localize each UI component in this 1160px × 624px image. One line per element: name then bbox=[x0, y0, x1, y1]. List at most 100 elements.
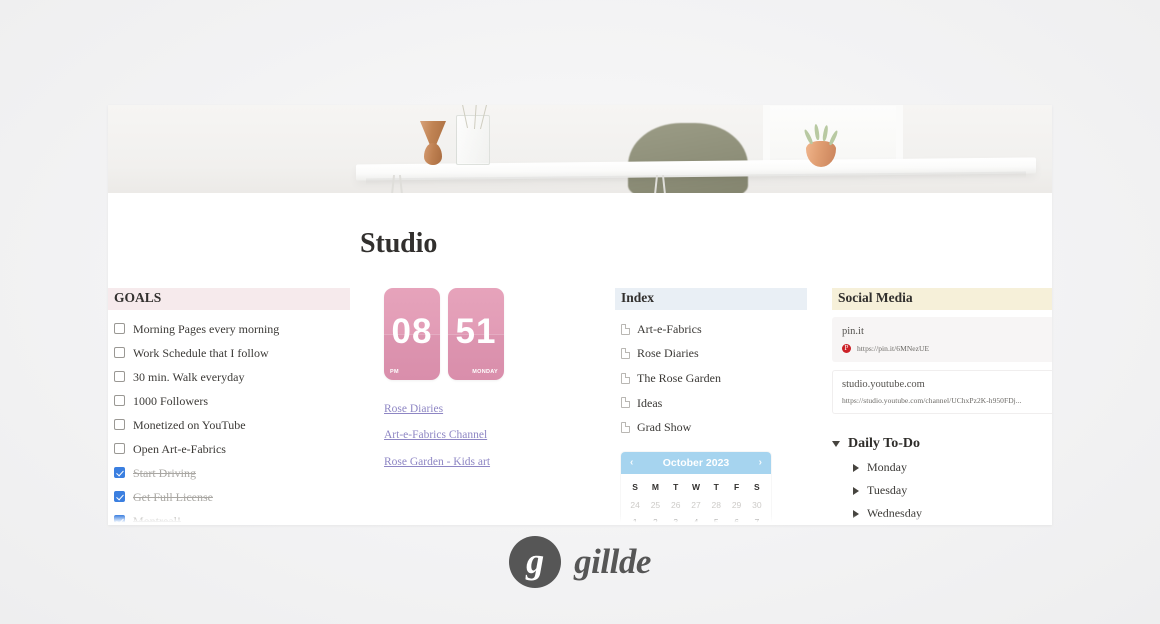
daily-todo-day[interactable]: Wednesday bbox=[832, 502, 1052, 525]
calendar-widget: ‹ October 2023 › S M T W T F S 24 25 26 … bbox=[621, 451, 771, 525]
goals-column: GOALS Morning Pages every morning Work S… bbox=[108, 288, 350, 525]
gillde-wordmark: gillde bbox=[574, 542, 651, 581]
calendar-dow: T bbox=[713, 481, 719, 492]
checkbox-checked-icon[interactable] bbox=[114, 491, 125, 503]
page-title: Studio bbox=[360, 228, 438, 259]
clock-link[interactable]: Rose Diaries bbox=[384, 396, 615, 422]
bookmark-url[interactable]: https://pin.it/6MNezUE bbox=[857, 344, 929, 353]
calendar-day[interactable]: 7 bbox=[747, 514, 767, 525]
document-icon bbox=[621, 372, 630, 384]
daily-todo-toggle[interactable]: Daily To-Do bbox=[832, 432, 1052, 456]
index-item[interactable]: Art-e-Fabrics bbox=[615, 317, 807, 342]
bookmark-url[interactable]: https://studio.youtube.com/channel/UChxP… bbox=[842, 396, 1022, 405]
triangle-right-icon[interactable] bbox=[853, 463, 859, 472]
calendar-day[interactable]: 24 bbox=[625, 497, 645, 514]
index-item[interactable]: Grad Show bbox=[615, 415, 807, 440]
goal-label: 30 min. Walk everyday bbox=[133, 369, 245, 384]
goal-label: Work Schedule that I follow bbox=[133, 345, 269, 360]
document-icon bbox=[621, 422, 630, 434]
bookmark-title: studio.youtube.com bbox=[842, 378, 925, 390]
clock-link[interactable]: Art-e-Fabrics Channel bbox=[384, 422, 615, 448]
clock-meridiem: PM bbox=[390, 369, 399, 375]
index-label: Art-e-Fabrics bbox=[637, 321, 702, 336]
goal-label: 1000 Followers bbox=[133, 393, 208, 408]
pinterest-icon bbox=[842, 343, 851, 353]
document-icon bbox=[621, 348, 630, 360]
goal-label: Get Full License bbox=[133, 489, 213, 504]
workspace-card: Studio GOALS Morning Pages every morning… bbox=[108, 105, 1052, 525]
checkbox-icon[interactable] bbox=[114, 347, 125, 359]
hero-wooden-vase bbox=[420, 121, 446, 165]
goal-item[interactable]: Get Full License bbox=[108, 485, 350, 509]
calendar-day[interactable]: 4 bbox=[686, 514, 706, 525]
index-label: Ideas bbox=[637, 395, 663, 410]
checkbox-checked-icon[interactable] bbox=[114, 515, 125, 525]
index-label: Rose Diaries bbox=[637, 346, 699, 361]
goal-item[interactable]: Work Schedule that I follow bbox=[108, 341, 350, 365]
checkbox-icon[interactable] bbox=[114, 443, 125, 455]
index-item[interactable]: Rose Diaries bbox=[615, 341, 807, 366]
calendar-day[interactable]: 2 bbox=[645, 514, 665, 525]
calendar-day[interactable]: 27 bbox=[686, 497, 706, 514]
calendar-day[interactable]: 29 bbox=[726, 497, 746, 514]
clock-column: 08 PM 51 MONDAY Rose Diaries Art-e-Fabri… bbox=[378, 288, 615, 475]
goals-header: GOALS bbox=[108, 288, 350, 310]
bookmark-url-row: https://pin.it/6MNezUE bbox=[842, 343, 1044, 353]
goal-label: Open Art-e-Fabrics bbox=[133, 441, 226, 456]
daily-todo-day-label: Tuesday bbox=[867, 483, 908, 498]
goal-label: Start Driving bbox=[133, 465, 196, 480]
calendar-day[interactable]: 6 bbox=[726, 514, 746, 525]
goal-item[interactable]: 1000 Followers bbox=[108, 389, 350, 413]
social-column: Social Media pin.it https://pin.it/6MNez… bbox=[832, 288, 1052, 525]
goal-label: Montreal! bbox=[133, 513, 181, 525]
flip-clock-widget: 08 PM 51 MONDAY bbox=[384, 288, 615, 380]
goal-item[interactable]: Start Driving bbox=[108, 461, 350, 485]
calendar-dow: W bbox=[691, 481, 700, 492]
checkbox-icon[interactable] bbox=[114, 323, 125, 335]
chevron-right-icon[interactable]: › bbox=[759, 457, 762, 468]
calendar-day[interactable]: 28 bbox=[706, 497, 726, 514]
checkbox-checked-icon[interactable] bbox=[114, 467, 125, 479]
calendar-month-label: October 2023 bbox=[662, 456, 730, 469]
calendar-day[interactable]: 3 bbox=[666, 514, 686, 525]
daily-todo-day-label: Monday bbox=[867, 460, 907, 475]
logo-letter: g bbox=[526, 541, 545, 581]
goal-item[interactable]: Open Art-e-Fabrics bbox=[108, 437, 350, 461]
bookmark-card[interactable]: studio.youtube.com https://studio.youtub… bbox=[832, 369, 1052, 415]
checkbox-icon[interactable] bbox=[114, 419, 125, 431]
calendar-day[interactable]: 26 bbox=[666, 497, 686, 514]
index-item[interactable]: Ideas bbox=[615, 391, 807, 416]
calendar-day[interactable]: 25 bbox=[645, 497, 665, 514]
goal-item[interactable]: Morning Pages every morning bbox=[108, 317, 350, 341]
checkbox-icon[interactable] bbox=[114, 371, 125, 383]
goal-item[interactable]: 30 min. Walk everyday bbox=[108, 365, 350, 389]
checkbox-icon[interactable] bbox=[114, 395, 125, 407]
goal-item[interactable]: Monetized on YouTube bbox=[108, 413, 350, 437]
triangle-down-icon[interactable] bbox=[832, 441, 840, 448]
hero-glass-vase bbox=[456, 105, 490, 165]
clock-weekday: MONDAY bbox=[472, 369, 498, 375]
chevron-left-icon[interactable]: ‹ bbox=[630, 457, 633, 468]
daily-todo-day[interactable]: Tuesday bbox=[832, 479, 1052, 502]
clock-hours: 08 bbox=[391, 312, 433, 351]
triangle-right-icon[interactable] bbox=[853, 509, 859, 518]
calendar-day[interactable]: 5 bbox=[706, 514, 726, 525]
calendar-dow: M bbox=[651, 481, 659, 492]
index-label: Grad Show bbox=[637, 420, 692, 435]
calendar-day[interactable]: 1 bbox=[625, 514, 645, 525]
daily-todo-day[interactable]: Monday bbox=[832, 456, 1052, 479]
goal-label: Monetized on YouTube bbox=[133, 417, 246, 432]
calendar-day[interactable]: 30 bbox=[747, 497, 767, 514]
footer-logo: g gillde bbox=[0, 536, 1160, 588]
index-header: Index bbox=[615, 288, 807, 310]
bookmark-card[interactable]: pin.it https://pin.it/6MNezUE bbox=[832, 316, 1052, 362]
index-item[interactable]: The Rose Garden bbox=[615, 366, 807, 391]
clock-minutes: 51 bbox=[455, 312, 497, 351]
goal-label: Morning Pages every morning bbox=[133, 321, 280, 336]
clock-link[interactable]: Rose Garden - Kids art bbox=[384, 449, 615, 475]
document-icon bbox=[621, 323, 630, 335]
triangle-right-icon[interactable] bbox=[853, 486, 859, 495]
calendar-dow: F bbox=[733, 481, 740, 492]
goal-item[interactable]: Montreal! bbox=[108, 509, 350, 525]
column-layout: GOALS Morning Pages every morning Work S… bbox=[108, 258, 1052, 525]
